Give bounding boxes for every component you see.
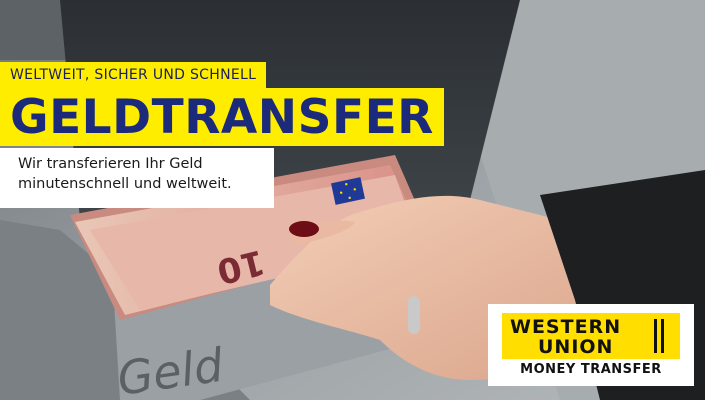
subtitle-box: Wir transferieren Ihr Geld minutenschnel… — [0, 148, 274, 208]
promo-banner: Geld 10 WELTWEIT, SICHER UND SCHNELL GEL… — [0, 0, 705, 400]
tagline-banner: WELTWEIT, SICHER UND SCHNELL — [0, 62, 267, 88]
subtitle-line-2: minutenschnell und weltweit. — [18, 176, 232, 192]
brand-line-1: WESTERN — [510, 316, 622, 338]
subtitle-line-1: Wir transferieren Ihr Geld — [18, 156, 203, 172]
brand-line-2: UNION — [538, 336, 614, 358]
logo-bars-icon — [654, 319, 666, 353]
headline-text: GELDTRANSFER — [10, 90, 434, 145]
western-union-badge: WESTERN UNION — [502, 313, 680, 359]
logo-caption: MONEY TRANSFER — [520, 362, 662, 377]
headline-banner: GELDTRANSFER — [0, 88, 444, 146]
western-union-logo: WESTERN UNION MONEY TRANSFER — [488, 304, 694, 386]
tagline-text: WELTWEIT, SICHER UND SCHNELL — [10, 67, 257, 83]
